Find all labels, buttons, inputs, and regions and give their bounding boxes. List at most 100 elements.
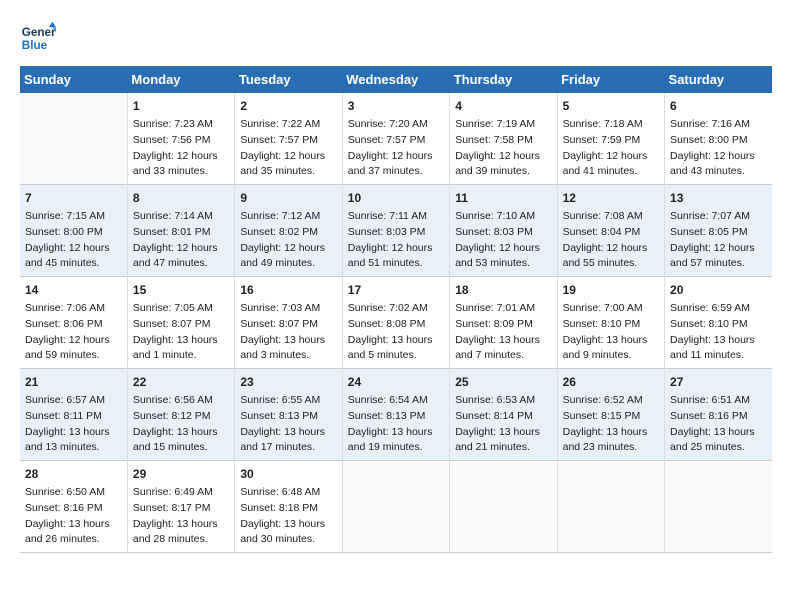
calendar-week-row: 7Sunrise: 7:15 AMSunset: 8:00 PMDaylight… xyxy=(20,185,772,277)
sunset-text: Sunset: 7:59 PM xyxy=(563,133,659,149)
sunrise-text: Sunrise: 6:50 AM xyxy=(25,485,122,501)
calendar-body: 1Sunrise: 7:23 AMSunset: 7:56 PMDaylight… xyxy=(20,93,772,553)
sunrise-text: Sunrise: 7:20 AM xyxy=(348,117,444,133)
sunrise-text: Sunrise: 7:18 AM xyxy=(563,117,659,133)
day-number: 19 xyxy=(563,281,659,299)
day-number: 18 xyxy=(455,281,551,299)
sunset-text: Sunset: 8:11 PM xyxy=(25,409,122,425)
calendar-cell: 24Sunrise: 6:54 AMSunset: 8:13 PMDayligh… xyxy=(342,369,449,461)
calendar-cell: 22Sunrise: 6:56 AMSunset: 8:12 PMDayligh… xyxy=(127,369,234,461)
weekday-header: Sunday xyxy=(20,66,127,93)
sunrise-text: Sunrise: 7:15 AM xyxy=(25,209,122,225)
daylight-text: Daylight: 13 hours and 1 minute. xyxy=(133,333,229,365)
calendar-cell xyxy=(557,461,664,553)
weekday-row: SundayMondayTuesdayWednesdayThursdayFrid… xyxy=(20,66,772,93)
daylight-text: Daylight: 13 hours and 13 minutes. xyxy=(25,425,122,457)
calendar-cell: 17Sunrise: 7:02 AMSunset: 8:08 PMDayligh… xyxy=(342,277,449,369)
sunset-text: Sunset: 8:00 PM xyxy=(670,133,767,149)
calendar-table: SundayMondayTuesdayWednesdayThursdayFrid… xyxy=(20,66,772,553)
daylight-text: Daylight: 12 hours and 35 minutes. xyxy=(240,149,336,181)
page-header: General Blue xyxy=(20,20,772,56)
day-number: 27 xyxy=(670,373,767,391)
weekday-header: Monday xyxy=(127,66,234,93)
calendar-cell xyxy=(20,93,127,185)
sunset-text: Sunset: 8:16 PM xyxy=(670,409,767,425)
sunset-text: Sunset: 8:06 PM xyxy=(25,317,122,333)
daylight-text: Daylight: 12 hours and 43 minutes. xyxy=(670,149,767,181)
calendar-cell: 20Sunrise: 6:59 AMSunset: 8:10 PMDayligh… xyxy=(665,277,772,369)
calendar-cell: 10Sunrise: 7:11 AMSunset: 8:03 PMDayligh… xyxy=(342,185,449,277)
calendar-cell: 8Sunrise: 7:14 AMSunset: 8:01 PMDaylight… xyxy=(127,185,234,277)
daylight-text: Daylight: 12 hours and 49 minutes. xyxy=(240,241,336,273)
calendar-cell: 11Sunrise: 7:10 AMSunset: 8:03 PMDayligh… xyxy=(450,185,557,277)
sunset-text: Sunset: 8:10 PM xyxy=(670,317,767,333)
daylight-text: Daylight: 13 hours and 26 minutes. xyxy=(25,517,122,549)
sunrise-text: Sunrise: 6:53 AM xyxy=(455,393,551,409)
daylight-text: Daylight: 13 hours and 19 minutes. xyxy=(348,425,444,457)
day-number: 3 xyxy=(348,97,444,115)
day-number: 5 xyxy=(563,97,659,115)
sunset-text: Sunset: 8:15 PM xyxy=(563,409,659,425)
calendar-cell xyxy=(665,461,772,553)
daylight-text: Daylight: 12 hours and 33 minutes. xyxy=(133,149,229,181)
sunrise-text: Sunrise: 6:51 AM xyxy=(670,393,767,409)
calendar-cell: 7Sunrise: 7:15 AMSunset: 8:00 PMDaylight… xyxy=(20,185,127,277)
day-number: 7 xyxy=(25,189,122,207)
daylight-text: Daylight: 12 hours and 55 minutes. xyxy=(563,241,659,273)
day-number: 2 xyxy=(240,97,336,115)
sunset-text: Sunset: 7:57 PM xyxy=(348,133,444,149)
calendar-cell: 14Sunrise: 7:06 AMSunset: 8:06 PMDayligh… xyxy=(20,277,127,369)
daylight-text: Daylight: 12 hours and 39 minutes. xyxy=(455,149,551,181)
daylight-text: Daylight: 12 hours and 59 minutes. xyxy=(25,333,122,365)
daylight-text: Daylight: 12 hours and 51 minutes. xyxy=(348,241,444,273)
daylight-text: Daylight: 13 hours and 30 minutes. xyxy=(240,517,336,549)
sunset-text: Sunset: 8:07 PM xyxy=(240,317,336,333)
sunrise-text: Sunrise: 6:52 AM xyxy=(563,393,659,409)
day-number: 11 xyxy=(455,189,551,207)
calendar-cell: 5Sunrise: 7:18 AMSunset: 7:59 PMDaylight… xyxy=(557,93,664,185)
daylight-text: Daylight: 13 hours and 7 minutes. xyxy=(455,333,551,365)
sunset-text: Sunset: 7:58 PM xyxy=(455,133,551,149)
calendar-week-row: 1Sunrise: 7:23 AMSunset: 7:56 PMDaylight… xyxy=(20,93,772,185)
sunrise-text: Sunrise: 7:06 AM xyxy=(25,301,122,317)
calendar-cell: 29Sunrise: 6:49 AMSunset: 8:17 PMDayligh… xyxy=(127,461,234,553)
calendar-cell: 26Sunrise: 6:52 AMSunset: 8:15 PMDayligh… xyxy=(557,369,664,461)
daylight-text: Daylight: 12 hours and 57 minutes. xyxy=(670,241,767,273)
svg-text:General: General xyxy=(22,26,56,39)
sunrise-text: Sunrise: 6:48 AM xyxy=(240,485,336,501)
day-number: 15 xyxy=(133,281,229,299)
weekday-header: Wednesday xyxy=(342,66,449,93)
calendar-cell: 16Sunrise: 7:03 AMSunset: 8:07 PMDayligh… xyxy=(235,277,342,369)
sunset-text: Sunset: 8:14 PM xyxy=(455,409,551,425)
calendar-cell: 23Sunrise: 6:55 AMSunset: 8:13 PMDayligh… xyxy=(235,369,342,461)
calendar-cell xyxy=(342,461,449,553)
sunrise-text: Sunrise: 6:49 AM xyxy=(133,485,229,501)
calendar-cell: 9Sunrise: 7:12 AMSunset: 8:02 PMDaylight… xyxy=(235,185,342,277)
sunrise-text: Sunrise: 6:56 AM xyxy=(133,393,229,409)
daylight-text: Daylight: 13 hours and 23 minutes. xyxy=(563,425,659,457)
day-number: 6 xyxy=(670,97,767,115)
day-number: 29 xyxy=(133,465,229,483)
day-number: 1 xyxy=(133,97,229,115)
svg-text:Blue: Blue xyxy=(22,39,48,52)
day-number: 28 xyxy=(25,465,122,483)
day-number: 25 xyxy=(455,373,551,391)
calendar-week-row: 28Sunrise: 6:50 AMSunset: 8:16 PMDayligh… xyxy=(20,461,772,553)
daylight-text: Daylight: 13 hours and 21 minutes. xyxy=(455,425,551,457)
day-number: 16 xyxy=(240,281,336,299)
calendar-week-row: 21Sunrise: 6:57 AMSunset: 8:11 PMDayligh… xyxy=(20,369,772,461)
sunset-text: Sunset: 8:13 PM xyxy=(240,409,336,425)
sunrise-text: Sunrise: 7:00 AM xyxy=(563,301,659,317)
day-number: 20 xyxy=(670,281,767,299)
daylight-text: Daylight: 13 hours and 28 minutes. xyxy=(133,517,229,549)
sunset-text: Sunset: 8:01 PM xyxy=(133,225,229,241)
calendar-cell: 3Sunrise: 7:20 AMSunset: 7:57 PMDaylight… xyxy=(342,93,449,185)
day-number: 24 xyxy=(348,373,444,391)
weekday-header: Saturday xyxy=(665,66,772,93)
calendar-cell: 19Sunrise: 7:00 AMSunset: 8:10 PMDayligh… xyxy=(557,277,664,369)
daylight-text: Daylight: 13 hours and 9 minutes. xyxy=(563,333,659,365)
day-number: 17 xyxy=(348,281,444,299)
sunrise-text: Sunrise: 6:54 AM xyxy=(348,393,444,409)
sunrise-text: Sunrise: 7:03 AM xyxy=(240,301,336,317)
sunrise-text: Sunrise: 7:19 AM xyxy=(455,117,551,133)
